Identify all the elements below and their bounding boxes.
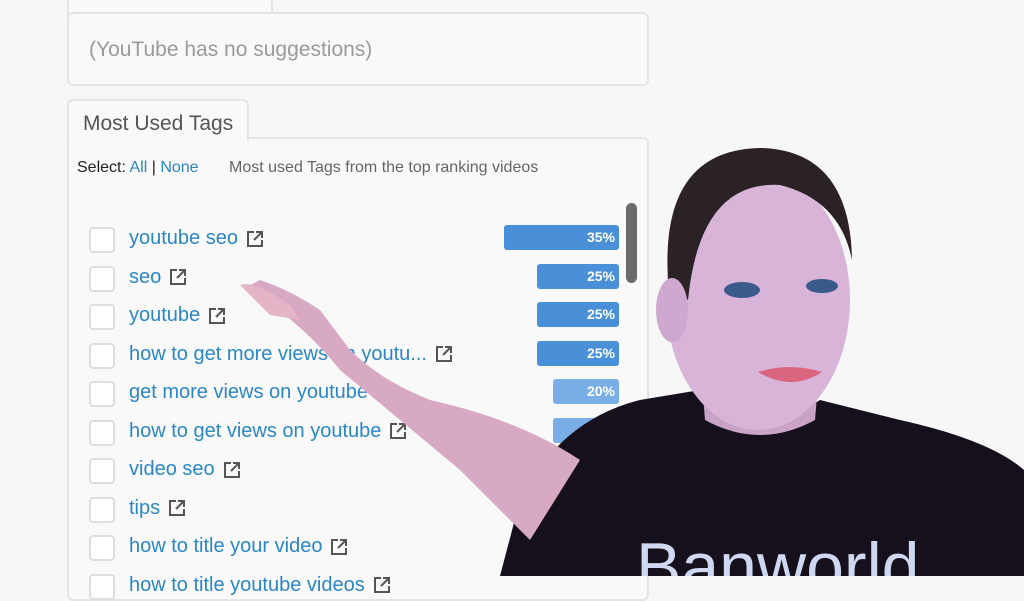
tag-row: get more views on youtube 20% [89,378,619,408]
tag-checkbox[interactable] [89,496,115,523]
tag-row: how to get more views on youtu... 25% [89,340,619,370]
tag-usage-bar: 20% [553,417,619,443]
tag-label: youtube [129,304,201,326]
tag-usage-bar [553,456,619,481]
tag-row: seo 25% [89,263,619,293]
tag-row: how to get views on youtube 20% [89,417,619,447]
tag-checkbox[interactable] [89,265,115,292]
external-link-icon[interactable] [168,499,186,517]
tag-label: youtube seo [129,227,238,249]
tag-label: how to get more views on youtu... [129,342,427,365]
most-used-tags-title: Most Used Tags [83,112,234,135]
select-all-link[interactable]: All [129,159,147,176]
tag-label: how to title your video [129,535,323,557]
tag-checkbox[interactable] [89,535,115,561]
tag-link[interactable]: youtube seo [129,224,264,252]
tag-label: how to get views on youtube [129,419,382,442]
tag-checkbox[interactable] [89,304,115,330]
tag-link[interactable]: how to title your video [129,532,348,560]
external-link-icon[interactable] [376,384,394,402]
tag-link[interactable]: how to get views on youtube [129,417,407,445]
related-searches-empty: (YouTube has no suggestions) [89,38,373,61]
external-link-icon[interactable] [435,345,453,363]
tag-link[interactable]: tips [129,494,186,522]
presenter-mouth [758,367,822,382]
tag-checkbox[interactable] [89,573,115,600]
external-link-icon[interactable] [169,268,187,286]
tag-label: video seo [129,458,215,480]
select-separator: | [151,159,156,176]
select-none-link[interactable]: None [160,159,198,176]
tag-label: get more views on youtube [129,381,369,403]
external-link-icon[interactable] [208,307,226,325]
most-used-tags-panel: Select: All | None Most used Tags from t… [67,137,649,601]
presenter-hair [667,148,852,300]
presenter-neck [700,360,820,435]
related-searches-panel: (YouTube has no suggestions) [67,12,649,86]
tag-usage-bar: 25% [536,302,619,327]
tag-row: how to title your video [89,532,619,562]
tag-checkbox[interactable] [89,381,115,407]
external-link-icon[interactable] [330,538,348,556]
tag-row: video seo [89,455,619,485]
tag-link[interactable]: get more views on youtube [129,378,394,406]
tag-label: tips [129,496,161,519]
tag-row: tips [89,494,619,524]
external-link-icon[interactable] [246,230,264,248]
tag-usage-bar: 35% [504,225,619,250]
tag-link[interactable]: video seo [129,455,241,483]
shirt-text: Banworld [636,529,920,576]
presenter-face [666,170,850,430]
tag-link[interactable]: seo [129,263,187,291]
presenter-eye-left [724,282,760,298]
tag-link[interactable]: how to title youtube videos [129,571,391,599]
tag-usage-bar: 20% [553,379,619,404]
presenter-eye-right [806,279,838,293]
tag-row: youtube seo 35% [89,224,619,254]
tag-checkbox[interactable] [89,227,115,253]
tag-checkbox[interactable] [89,458,115,484]
tag-link[interactable]: how to get more views on youtu... [129,340,453,368]
tag-checkbox[interactable] [89,419,115,446]
tag-row: how to title youtube videos [89,571,619,601]
external-link-icon[interactable] [389,422,407,440]
tag-usage-bar: 25% [536,340,619,366]
tag-link[interactable]: youtube [129,301,226,329]
external-link-icon[interactable] [373,576,391,594]
tag-checkbox[interactable] [89,342,115,369]
tag-usage-bar: 25% [536,263,619,289]
most-used-tags-tab[interactable]: Most Used Tags [67,99,250,141]
presenter-ear [656,278,688,342]
external-link-icon[interactable] [223,461,241,479]
tag-label: how to title youtube videos [129,573,365,596]
tag-label: seo [129,265,162,288]
related-searches-title: Related Searches [83,0,250,2]
tags-description: Most used Tags from the top ranking vide… [229,159,539,176]
select-label: Select: [77,159,126,176]
tag-list-scrollbar[interactable] [626,203,637,283]
tag-row: youtube 25% [89,301,619,331]
select-row: Select: All | None Most used Tags from t… [77,159,538,177]
